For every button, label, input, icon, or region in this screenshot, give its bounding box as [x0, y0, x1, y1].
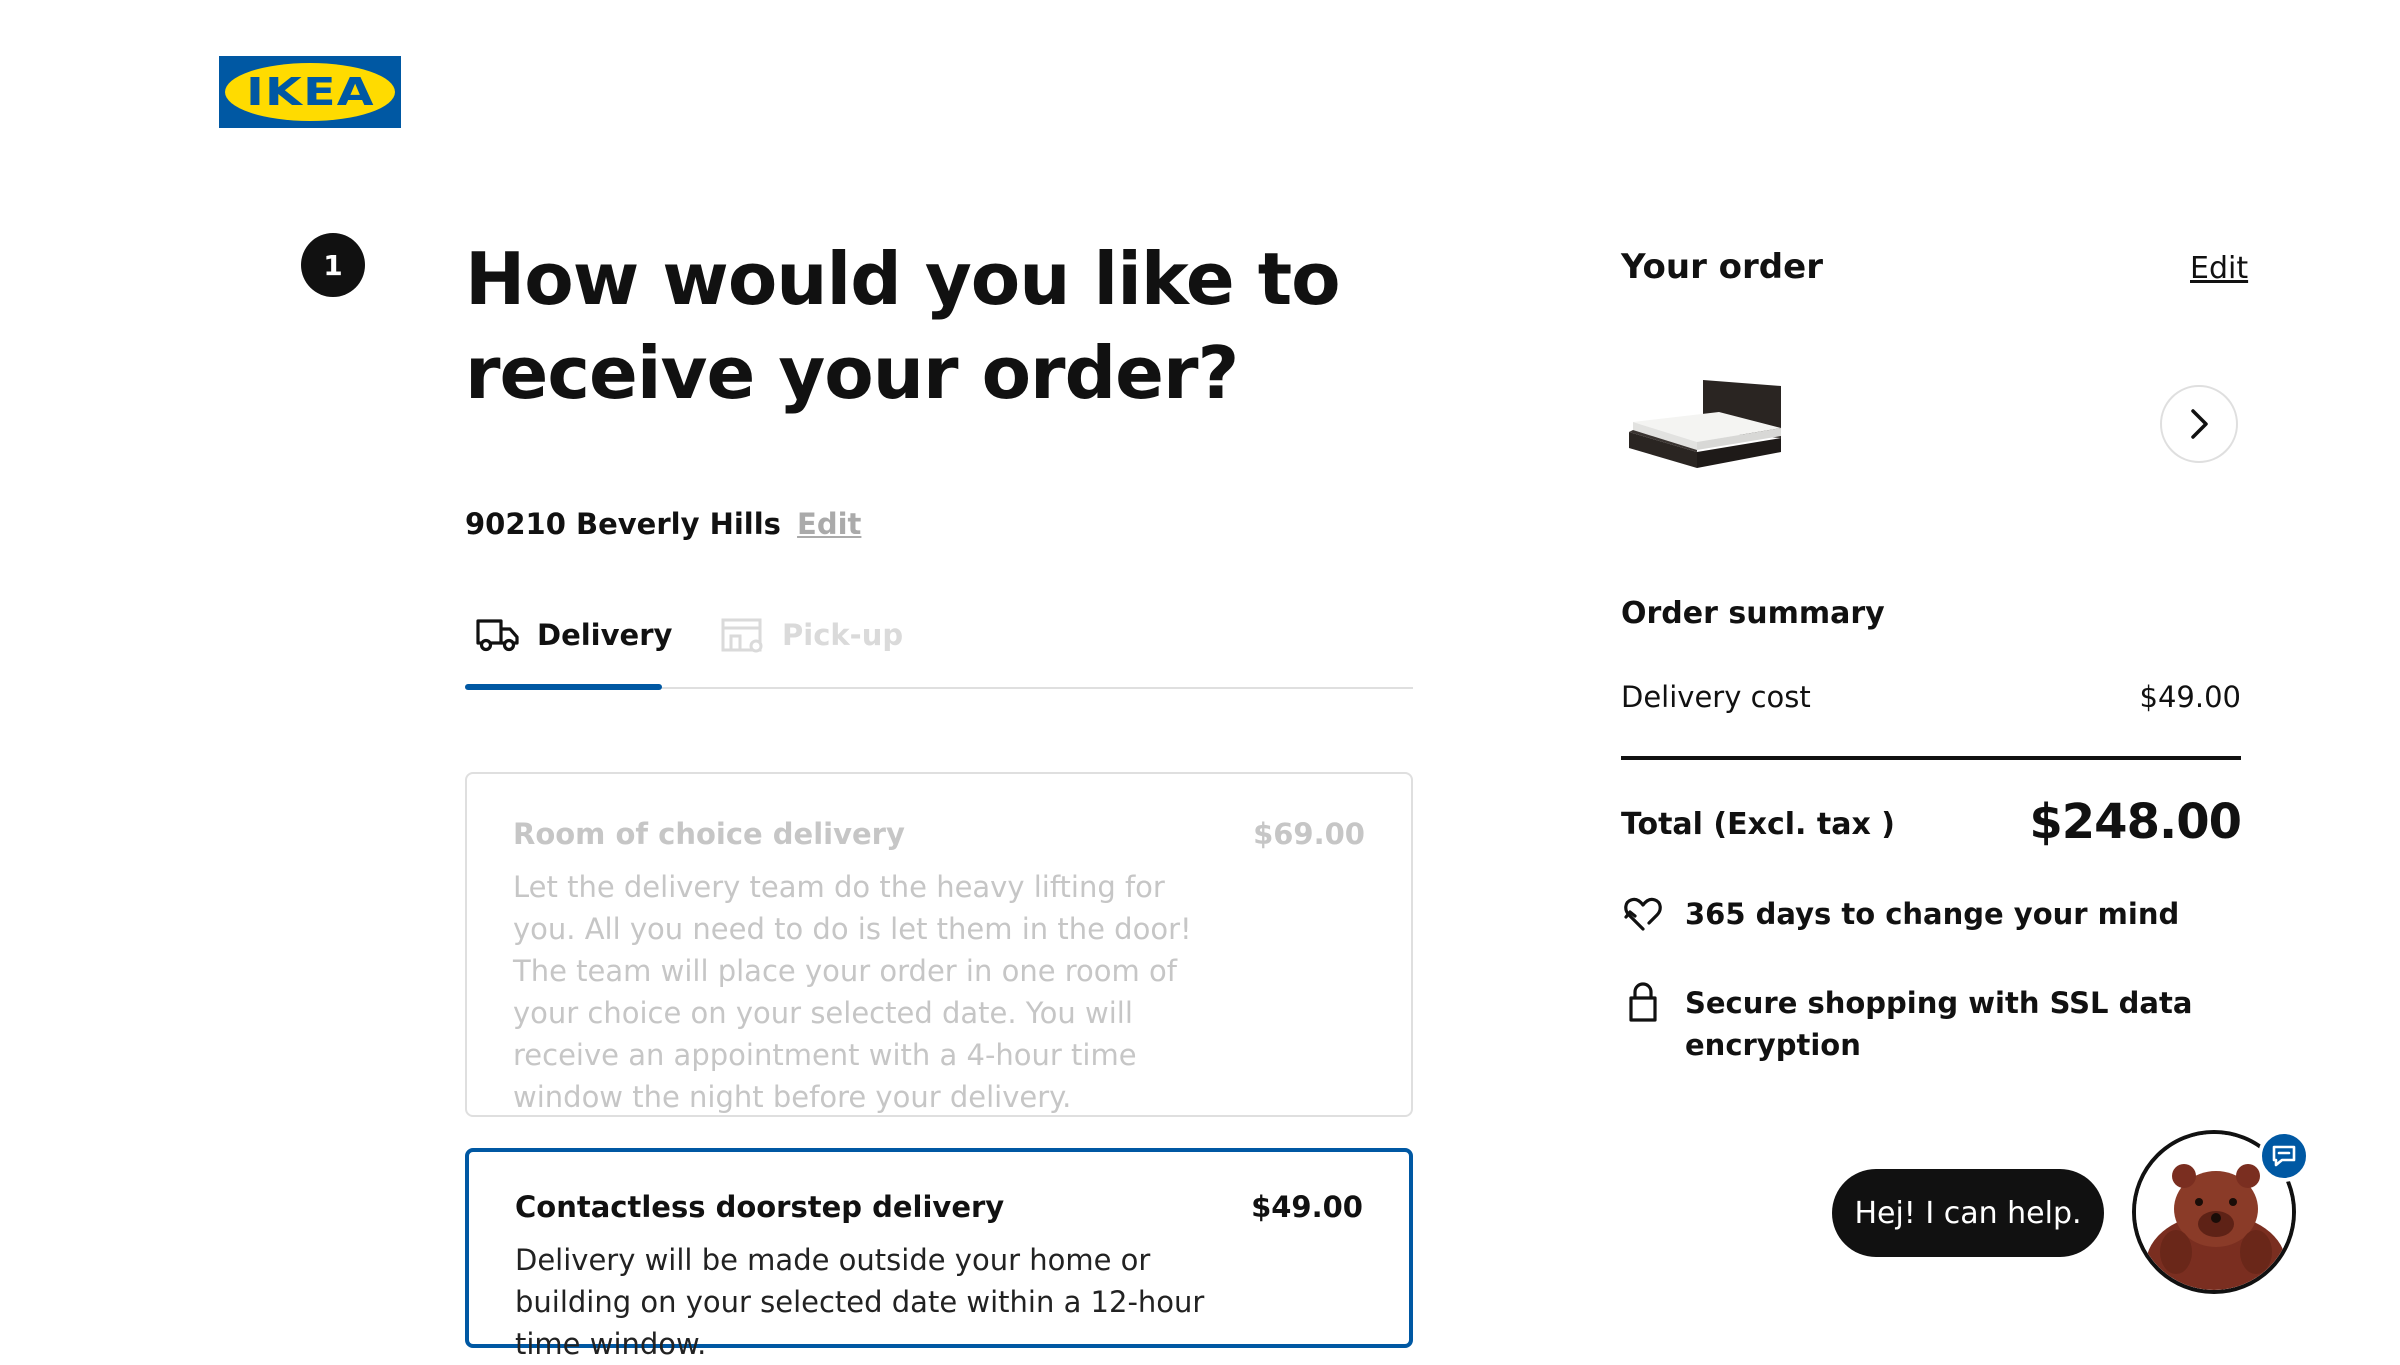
bed-product-image[interactable]: [1625, 372, 1790, 472]
total-label: Total (Excl. tax ): [1621, 807, 1895, 842]
store-icon: [721, 618, 763, 653]
logo-text: IKEA: [245, 70, 375, 114]
perk-secure-shopping: Secure shopping with SSL data encryption: [1621, 982, 2225, 1066]
bed-illustration: [1629, 380, 1781, 468]
lock-icon: [1629, 982, 1657, 1022]
option-description: Let the delivery team do the heavy lifti…: [513, 870, 1192, 1114]
fulfillment-tabs: Delivery Pick-up: [465, 600, 1413, 690]
option-title: Contactless doorstep delivery: [515, 1190, 1005, 1224]
tab-pickup-label: Pick-up: [782, 618, 904, 652]
perk-text: 365 days to change your mind: [1685, 897, 2180, 931]
order-edit-link[interactable]: Edit: [2190, 251, 2248, 286]
delivery-option-room-of-choice[interactable]: Room of choice delivery $69.00 Let the d…: [465, 772, 1413, 1117]
page-title: How would you like to receive your order…: [465, 232, 1365, 420]
ikea-logo[interactable]: IKEA: [219, 56, 401, 128]
delivery-cost-value: $49.00: [2139, 680, 2241, 714]
perk-return-policy: 365 days to change your mind: [1621, 893, 2225, 935]
chat-icon: [2272, 1145, 2296, 1167]
tab-delivery-label: Delivery: [537, 618, 673, 652]
option-price: $69.00: [1253, 817, 1365, 851]
tab-delivery[interactable]: Delivery: [475, 600, 672, 670]
chevron-right-icon: [2191, 409, 2208, 439]
logo-oval: IKEA: [225, 63, 395, 121]
order-next-button[interactable]: [2160, 385, 2238, 463]
order-summary-title: Order summary: [1621, 596, 1885, 631]
option-title: Room of choice delivery: [513, 817, 905, 851]
perk-text: Secure shopping with SSL data encryption: [1685, 986, 2193, 1062]
location-edit-link[interactable]: Edit: [797, 507, 861, 541]
total-value: $248.00: [2029, 794, 2242, 850]
summary-divider: [1621, 756, 2241, 760]
option-description: Delivery will be made outside your home …: [515, 1243, 1205, 1361]
your-order-title: Your order: [1621, 247, 1823, 287]
delivery-location: 90210 Beverly Hills Edit: [465, 507, 861, 541]
truck-icon: [476, 619, 519, 652]
chat-badge: [2258, 1130, 2310, 1182]
step-number-badge: 1: [301, 233, 365, 297]
option-price: $49.00: [1251, 1190, 1363, 1224]
heart-return-icon: [1624, 897, 1662, 931]
chat-help-bubble[interactable]: Hej! I can help.: [1832, 1169, 2104, 1257]
tab-pickup[interactable]: Pick-up: [720, 600, 903, 670]
tab-selected-indicator: [465, 684, 662, 690]
location-text: 90210 Beverly Hills: [465, 507, 781, 541]
page-title-line-1: How would you like to: [465, 237, 1341, 321]
delivery-option-contactless-doorstep[interactable]: Contactless doorstep delivery $49.00 Del…: [465, 1148, 1413, 1361]
page-title-line-2: receive your order?: [465, 331, 1239, 415]
delivery-cost-label: Delivery cost: [1621, 680, 1811, 714]
